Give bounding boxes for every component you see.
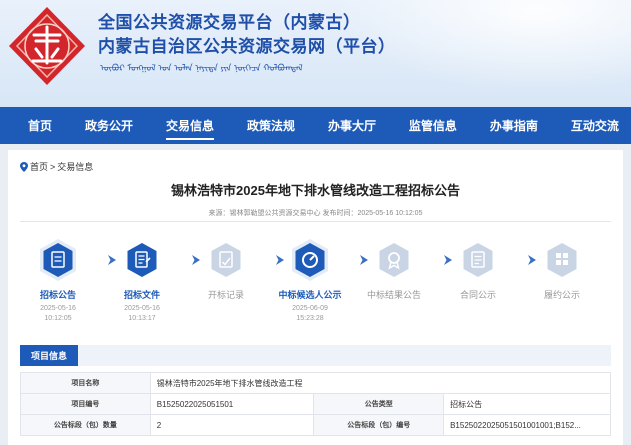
- contract-icon: [463, 243, 493, 277]
- step-date: [438, 304, 518, 314]
- award-icon: [379, 243, 409, 277]
- announcement-type-value: 招标公告: [443, 393, 611, 415]
- nav-item-interaction[interactable]: 互动交流: [571, 107, 619, 144]
- step-date: 2025-05-16 10:12:05: [40, 305, 76, 322]
- document-meta: 来源：锡林郭勒盟公共资源交易中心 发布时间：2025-05-16 10:12:0…: [208, 210, 423, 217]
- step-date: 2025-06-09 15:23:28: [292, 305, 328, 322]
- announcement-icon: [40, 239, 76, 281]
- site-header: 全国公共资源交易平台（内蒙古） 内蒙古自治区公共资源交易网（平台） ᠥᠪᠥᠷ ᠮ…: [0, 0, 631, 107]
- record-icon: [211, 243, 241, 277]
- performance-icon: [547, 243, 577, 277]
- project-name-value: 锡林浩特市2025年地下排水管线改造工程: [149, 372, 612, 394]
- section-codes-value: B1525022025051501001001;B152...: [443, 414, 611, 436]
- content-panel: 首页 > 交易信息 锡林浩特市2025年地下排水管线改造工程招标公告 来源：锡林…: [8, 150, 623, 445]
- step-date: [186, 304, 266, 314]
- table-row: 公告标段（包）数量 2 公告标段（包）编号 B15250220250515010…: [20, 414, 611, 436]
- step-label: 招标公告: [39, 290, 76, 300]
- nav-item-trade-info[interactable]: 交易信息: [165, 107, 214, 144]
- step-label: 中标结果公告: [366, 290, 421, 300]
- step-bid-announcement[interactable]: 招标公告 2025-05-16 10:12:05: [18, 238, 98, 324]
- step-bid-opening-record[interactable]: 开标记录: [186, 238, 266, 314]
- nav-item-home[interactable]: 首页: [28, 107, 52, 144]
- table-row: 项目名称 锡林浩特市2025年地下排水管线改造工程: [20, 372, 612, 394]
- step-label: 中标候选人公示: [278, 290, 342, 300]
- location-pin-icon: [20, 161, 28, 172]
- divider: [20, 221, 611, 222]
- breadcrumb-home[interactable]: 首页: [30, 160, 48, 173]
- mongolian-subtitle: ᠥᠪᠥᠷ ᠮᠣᠩᠭᠣᠯ ᠤᠨ ᠣᠯᠠᠨ ᠨᠡᠶᠢᠲᠡ ᠶᠢᠨ ᠨᠥᠭᠡᠴᠡ ᠬᠣ…: [100, 63, 303, 73]
- candidate-icon: [292, 239, 328, 281]
- step-award-result[interactable]: 中标结果公告: [354, 238, 434, 314]
- page-title: 锡林浩特市2025年地下排水管线改造工程招标公告: [171, 183, 460, 198]
- project-name-label: 项目名称: [20, 372, 151, 394]
- project-code-label: 项目编号: [20, 393, 151, 415]
- project-info-header: 项目信息: [20, 345, 611, 366]
- breadcrumb-separator: >: [50, 161, 56, 172]
- step-contract[interactable]: 合同公示: [438, 238, 518, 314]
- project-code-value: B1525022025051501: [149, 393, 315, 415]
- step-winning-candidate[interactable]: 中标候选人公示 2025-06-09 15:23:28: [270, 238, 350, 324]
- section-count-value: 2: [149, 414, 315, 436]
- site-logo[interactable]: [6, 5, 88, 87]
- step-bid-documents[interactable]: 招标文件 2025-05-16 10:13:17: [102, 238, 182, 324]
- breadcrumb-current[interactable]: 交易信息: [57, 160, 93, 173]
- table-row: 项目编号 B1525022025051501 公告类型 招标公告: [20, 393, 611, 415]
- step-label: 履约公示: [543, 290, 580, 300]
- nav-item-guide[interactable]: 办事指南: [490, 107, 538, 144]
- announcement-type-label: 公告类型: [313, 393, 445, 415]
- section-count-label: 公告标段（包）数量: [20, 414, 151, 436]
- step-label: 招标文件: [123, 290, 160, 300]
- document-icon: [127, 243, 157, 277]
- site-title-line1: 全国公共资源交易平台（内蒙古）: [98, 13, 361, 32]
- main-nav: 首页 政务公开 交易信息 政策法规 办事大厅 监管信息 办事指南 互动交流: [0, 107, 631, 144]
- step-label: 合同公示: [459, 290, 496, 300]
- step-date: [354, 304, 434, 314]
- site-title-line2: 内蒙古自治区公共资源交易网（平台）: [98, 37, 396, 56]
- process-steps: 招标公告 2025-05-16 10:12:05 招标文件 2025-05-16 1…: [18, 238, 613, 328]
- project-info-table: 项目名称 锡林浩特市2025年地下排水管线改造工程 项目编号 B15250220…: [20, 372, 612, 436]
- breadcrumb: 首页 > 交易信息: [20, 160, 93, 173]
- step-label: 开标记录: [207, 290, 244, 300]
- project-info-tab: 项目信息: [20, 345, 78, 366]
- step-date: 2025-05-16 10:13:17: [124, 305, 160, 322]
- nav-item-service-hall[interactable]: 办事大厅: [328, 107, 376, 144]
- nav-item-policies[interactable]: 政策法规: [247, 107, 295, 144]
- nav-item-government-affairs[interactable]: 政务公开: [85, 107, 133, 144]
- nav-item-supervision[interactable]: 监管信息: [409, 107, 457, 144]
- step-date: [522, 304, 602, 314]
- section-codes-label: 公告标段（包）编号: [313, 414, 445, 436]
- step-performance[interactable]: 履约公示: [522, 238, 602, 314]
